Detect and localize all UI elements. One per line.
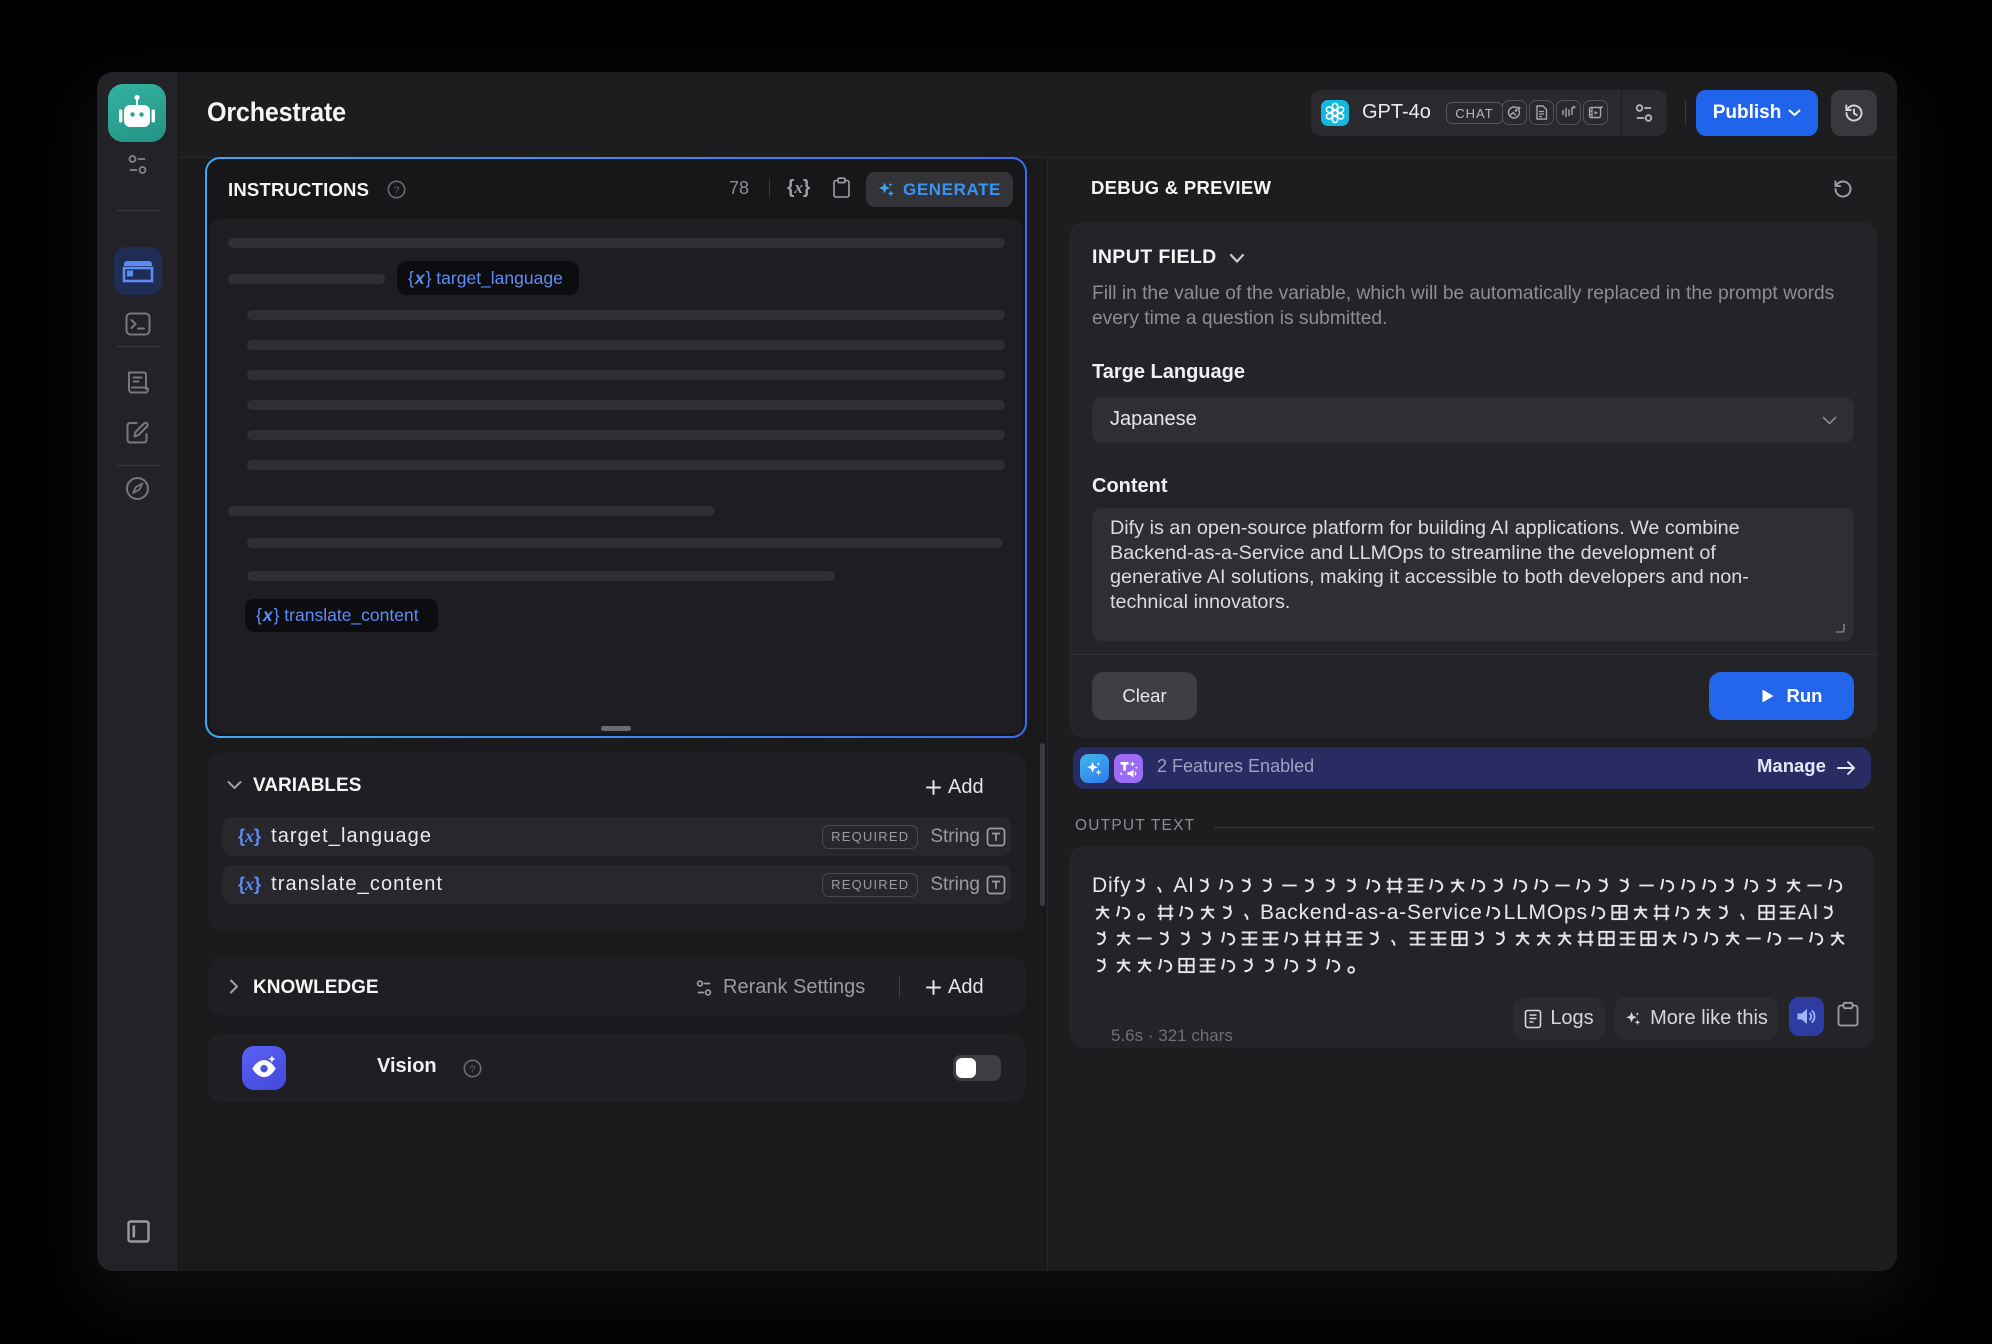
svg-text:?: ? — [470, 1063, 476, 1075]
svg-text:?: ? — [394, 184, 400, 196]
